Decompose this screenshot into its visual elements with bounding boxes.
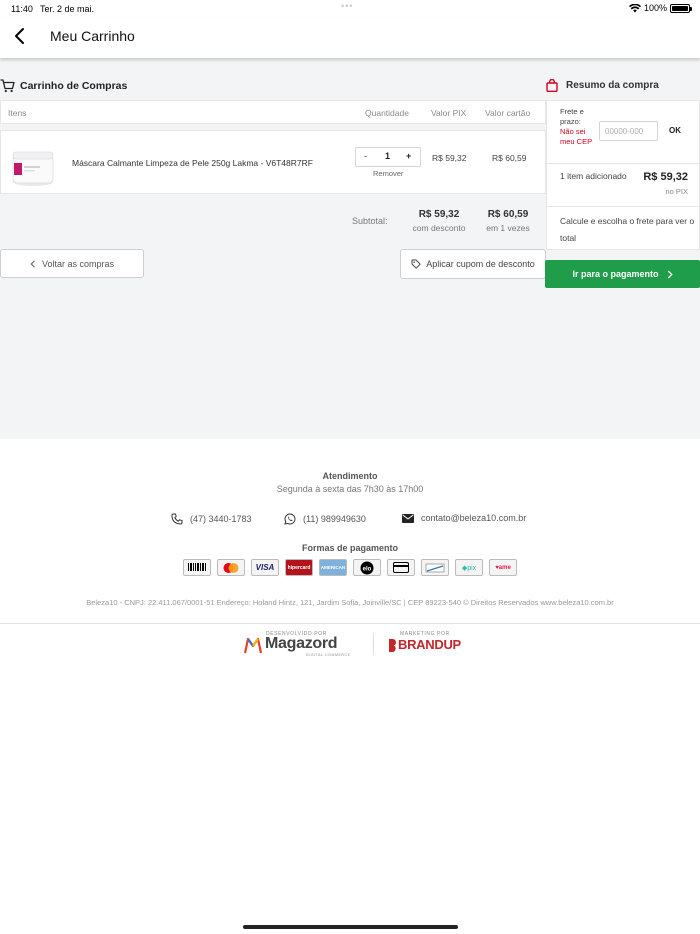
hipercard-icon: hipercard: [285, 559, 313, 576]
order-summary: Frete e prazo: Não sei meu CEP OK 1 item…: [546, 100, 700, 250]
cep-input[interactable]: [599, 121, 658, 141]
subtotal-card-note: em 1 vezes: [486, 223, 530, 233]
col-card: Valor cartão: [485, 108, 531, 118]
cart-table-header: Itens Quantidade Valor PIX Valor cartão: [0, 100, 546, 124]
status-time: 11:40: [11, 4, 33, 14]
col-pix: Valor PIX: [431, 108, 467, 118]
visa-label: VISA: [255, 563, 275, 572]
page-title: Meu Carrinho: [50, 28, 135, 44]
magazord-logo[interactable]: DESENVOLVIDO POR Magazord DIGITAL COMMER…: [244, 631, 362, 657]
item-price-card: R$ 60,59: [492, 153, 527, 163]
cart-heading-label: Carrinho de Compras: [20, 80, 128, 92]
phone-icon: [171, 513, 183, 525]
footer-divider: [0, 623, 700, 624]
attendance-hours: Segunda à sexta das 7h30 às 17h00: [276, 484, 424, 494]
subtotal-card-value: R$ 60,59: [487, 209, 529, 220]
home-indicator[interactable]: [243, 925, 458, 929]
diners-icon: [421, 559, 449, 576]
subtotal-pix-note: com desconto: [412, 223, 466, 233]
magazord-brand: Magazord: [265, 635, 338, 652]
summary-heading: Resumo da compra: [546, 79, 659, 92]
email-icon: [402, 513, 414, 523]
app-header: Meu Carrinho: [0, 18, 700, 58]
attendance-title: Atendimento: [322, 471, 378, 481]
cart-heading: Carrinho de Compras: [0, 79, 127, 93]
amex-icon: AMERICAN: [319, 559, 347, 576]
site-footer: Atendimento Segunda à sexta das 7h30 às …: [0, 439, 700, 934]
subtotal-label: Subtotal:: [352, 216, 388, 226]
legal-info: Beleza10 - CNPJ: 22.411.067/0001-51 Ende…: [86, 598, 614, 607]
whatsapp-number: (11) 989949630: [303, 514, 366, 524]
email-address: contato@beleza10.com.br: [421, 513, 527, 523]
brandup-logo[interactable]: MARKETING POR BRANDUP: [386, 631, 461, 657]
magazord-mark-icon: [244, 638, 262, 654]
product-name[interactable]: Máscara Calmante Limpeza de Pele 250g La…: [72, 158, 313, 168]
battery-icon: [670, 3, 692, 13]
cart-icon: [0, 79, 15, 93]
multitask-dots-icon[interactable]: •••: [341, 1, 353, 11]
status-bar: 11:40 Ter. 2 de mai. ••• 100%: [0, 0, 700, 18]
freight-label: Frete e prazo:: [560, 107, 584, 126]
cart-item-row: Máscara Calmante Limpeza de Pele 250g La…: [0, 130, 546, 194]
chevron-right-icon: [667, 270, 673, 278]
contact-whatsapp[interactable]: (11) 989949630: [284, 513, 366, 525]
back-to-shopping-label: Voltar as compras: [41, 258, 115, 269]
qty-value[interactable]: 1: [385, 151, 390, 161]
wifi-icon: [628, 3, 641, 12]
summary-total: R$ 59,32: [643, 171, 688, 183]
status-right: 100%: [628, 3, 692, 13]
items-added-count: 1 item adicionado: [560, 171, 627, 181]
status-date: Ter. 2 de mai.: [40, 4, 95, 14]
payment-methods: VISA hipercard AMERICAN elo ◆pix ♥ame: [183, 559, 517, 576]
card-icon: [387, 559, 415, 576]
ame-icon: ♥ame: [489, 559, 517, 576]
battery-percent: 100%: [643, 3, 667, 13]
whatsapp-icon: [284, 513, 296, 525]
cart-main: Carrinho de Compras Itens Quantidade Val…: [0, 58, 700, 439]
elo-icon: elo: [353, 559, 381, 576]
quantity-stepper[interactable]: - 1 +: [355, 147, 421, 167]
apply-coupon-label: Aplicar cupom de desconto: [426, 259, 535, 269]
remove-item-link[interactable]: Remover: [373, 169, 403, 178]
go-to-payment-label: Ir para o pagamento: [572, 269, 659, 279]
unknown-cep-link[interactable]: Não sei meu CEP: [560, 127, 594, 147]
go-to-payment-button[interactable]: Ir para o pagamento: [545, 260, 700, 288]
mastercard-icon: [217, 559, 245, 576]
chevron-left-icon: [30, 259, 35, 268]
freight-calc-note: Calcule e escolha o frete para ver o tot…: [560, 216, 695, 243]
tag-icon: [411, 259, 421, 269]
product-image[interactable]: [9, 147, 57, 187]
back-arrow-icon[interactable]: [12, 27, 28, 45]
credits-separator: [373, 633, 374, 655]
boleto-icon: [183, 559, 211, 576]
dev-sub: DIGITAL COMMERCE: [306, 653, 351, 657]
qty-increase-button[interactable]: +: [406, 151, 411, 161]
summary-heading-label: Resumo da compra: [566, 80, 659, 91]
brandup-brand: BRANDUP: [398, 637, 461, 652]
phone-number: (47) 3440-1783: [190, 514, 252, 524]
contact-phone[interactable]: (47) 3440-1783: [171, 513, 252, 525]
summary-total-note: no PIX: [665, 187, 688, 196]
cep-ok-button[interactable]: OK: [669, 126, 681, 135]
svg-text:elo: elo: [363, 566, 372, 572]
contact-email[interactable]: contato@beleza10.com.br: [402, 513, 526, 523]
payment-methods-title: Formas de pagamento: [301, 543, 399, 553]
qty-decrease-button[interactable]: -: [364, 151, 367, 161]
summary-divider: [547, 163, 699, 164]
subtotal-pix-value: R$ 59,32: [418, 209, 460, 220]
shopping-bag-icon: [546, 79, 558, 92]
pix-icon: ◆pix: [455, 559, 483, 576]
summary-divider: [547, 206, 699, 207]
brandup-mark-icon: [389, 639, 396, 652]
back-to-shopping-button[interactable]: Voltar as compras: [0, 249, 144, 278]
visa-icon: VISA: [251, 559, 279, 576]
subtotal-card: R$ 60,59 em 1 vezes: [482, 209, 534, 233]
subtotal-pix: R$ 59,32 com desconto: [410, 209, 468, 233]
col-quantity: Quantidade: [365, 108, 409, 118]
apply-coupon-button[interactable]: Aplicar cupom de desconto: [400, 249, 546, 279]
col-items: Itens: [8, 108, 27, 118]
item-price-pix: R$ 59,32: [432, 153, 467, 163]
